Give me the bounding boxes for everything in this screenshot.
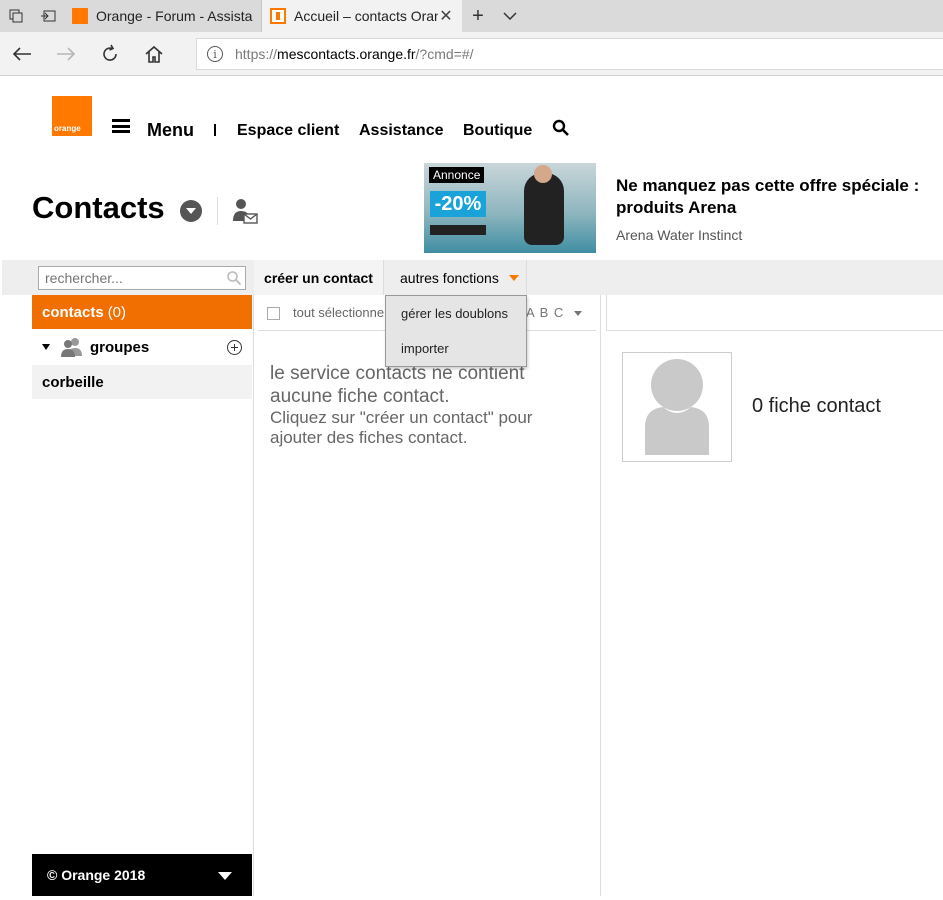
- avatar: [622, 352, 732, 462]
- group-icon: [61, 338, 82, 357]
- info-icon[interactable]: i: [207, 46, 223, 62]
- title-dropdown-icon[interactable]: [180, 200, 202, 222]
- nav-boutique[interactable]: Boutique: [463, 122, 532, 140]
- person-placeholder-icon: [645, 359, 709, 455]
- nav-espace-client[interactable]: Espace client: [237, 122, 339, 140]
- search-icon[interactable]: [226, 270, 242, 286]
- page: orange Menu Espace client Assistance Bou…: [2, 77, 943, 896]
- url-path: /?cmd=#/: [415, 46, 474, 62]
- browser-nav-bar: i https:// mescontacts.orange.fr /?cmd=#…: [0, 32, 943, 76]
- hamburger-menu-icon[interactable]: [112, 119, 130, 133]
- nav-separator: [214, 124, 216, 136]
- forward-icon[interactable]: [44, 32, 88, 76]
- footer-bar[interactable]: © Orange 2018: [32, 854, 252, 896]
- sort-caret-icon[interactable]: [574, 311, 582, 316]
- detail-header: [606, 295, 943, 331]
- empty-hint: Cliquez sur "créer un contact" pour ajou…: [270, 408, 533, 447]
- tab-contacts[interactable]: Accueil – contacts Oran ✕: [262, 0, 462, 32]
- add-group-icon[interactable]: [227, 340, 242, 355]
- sidebar-item-label: contacts: [42, 303, 104, 321]
- contact-mail-icon[interactable]: [232, 197, 258, 225]
- ad-promo: -20%: [430, 191, 486, 217]
- column-divider: [600, 295, 601, 896]
- ad-title[interactable]: Ne manquez pas cette offre spéciale : pr…: [616, 175, 943, 219]
- url-domain: mescontacts.orange.fr: [277, 46, 416, 62]
- url-prefix: https://: [235, 46, 278, 62]
- caret-down-icon: [508, 274, 519, 281]
- contacts-count: (0): [107, 303, 127, 321]
- orange-favicon-icon: [72, 8, 88, 24]
- more-functions-label: autres fonctions: [400, 269, 499, 286]
- tab-list-icon[interactable]: [0, 0, 32, 32]
- nav-assistance[interactable]: Assistance: [359, 122, 444, 140]
- new-tab-icon[interactable]: +: [462, 0, 494, 32]
- search-icon[interactable]: [552, 119, 570, 137]
- ad-cta: [430, 225, 486, 235]
- sidebar-item-trash[interactable]: corbeille: [32, 365, 252, 399]
- more-functions-menu: gérer les doublons importer: [385, 295, 527, 367]
- tab-title: Accueil – contacts Oran: [294, 8, 438, 24]
- address-bar[interactable]: i https:// mescontacts.orange.fr /?cmd=#…: [196, 38, 943, 70]
- contacts-favicon-icon: [270, 8, 286, 24]
- home-icon[interactable]: [132, 32, 176, 76]
- back-icon[interactable]: [0, 32, 44, 76]
- sort-abc[interactable]: A B C: [526, 305, 564, 320]
- expand-icon[interactable]: [42, 344, 50, 350]
- footer-expand-icon[interactable]: [218, 872, 232, 880]
- orange-logo[interactable]: orange: [52, 96, 92, 136]
- contact-search-input[interactable]: [38, 266, 246, 290]
- more-functions-button[interactable]: autres fonctions: [385, 260, 527, 295]
- set-tabs-aside-icon[interactable]: [32, 0, 64, 32]
- browser-tab-bar: Orange - Forum - Assistanc Accueil – con…: [0, 0, 943, 32]
- refresh-icon[interactable]: [88, 32, 132, 76]
- menu-item-import[interactable]: importer: [401, 341, 449, 356]
- column-divider: [253, 295, 254, 896]
- sidebar-item-groups[interactable]: groupes: [32, 330, 252, 364]
- select-all-label[interactable]: tout sélectionner: [293, 305, 388, 320]
- menu-item-duplicates[interactable]: gérer les doublons: [401, 306, 508, 321]
- chevron-down-icon[interactable]: [494, 0, 526, 32]
- sidebar-item-label: groupes: [90, 338, 150, 356]
- page-title: Contacts: [32, 190, 165, 225]
- ad-head: [534, 165, 552, 183]
- sidebar-item-contacts[interactable]: contacts (0): [32, 295, 252, 329]
- close-tab-icon[interactable]: ✕: [438, 6, 454, 26]
- copyright: © Orange 2018: [47, 867, 146, 883]
- logo-text: orange: [54, 124, 81, 133]
- contact-count: 0 fiche contact: [752, 395, 881, 417]
- ad-image[interactable]: -20% Annonce: [424, 163, 596, 253]
- tab-orange-forum[interactable]: Orange - Forum - Assistanc: [64, 0, 262, 32]
- ad-badge: Annonce: [429, 167, 485, 183]
- ad-subtitle[interactable]: Arena Water Instinct: [616, 227, 742, 243]
- menu-button[interactable]: Menu: [147, 120, 194, 141]
- tab-title: Orange - Forum - Assistanc: [96, 8, 253, 24]
- select-all-checkbox[interactable]: [267, 307, 280, 320]
- title-separator: [217, 197, 218, 225]
- create-contact-button[interactable]: créer un contact: [254, 260, 384, 295]
- empty-title: le service contacts ne contient aucune f…: [270, 363, 525, 407]
- ad-figure: [524, 173, 564, 245]
